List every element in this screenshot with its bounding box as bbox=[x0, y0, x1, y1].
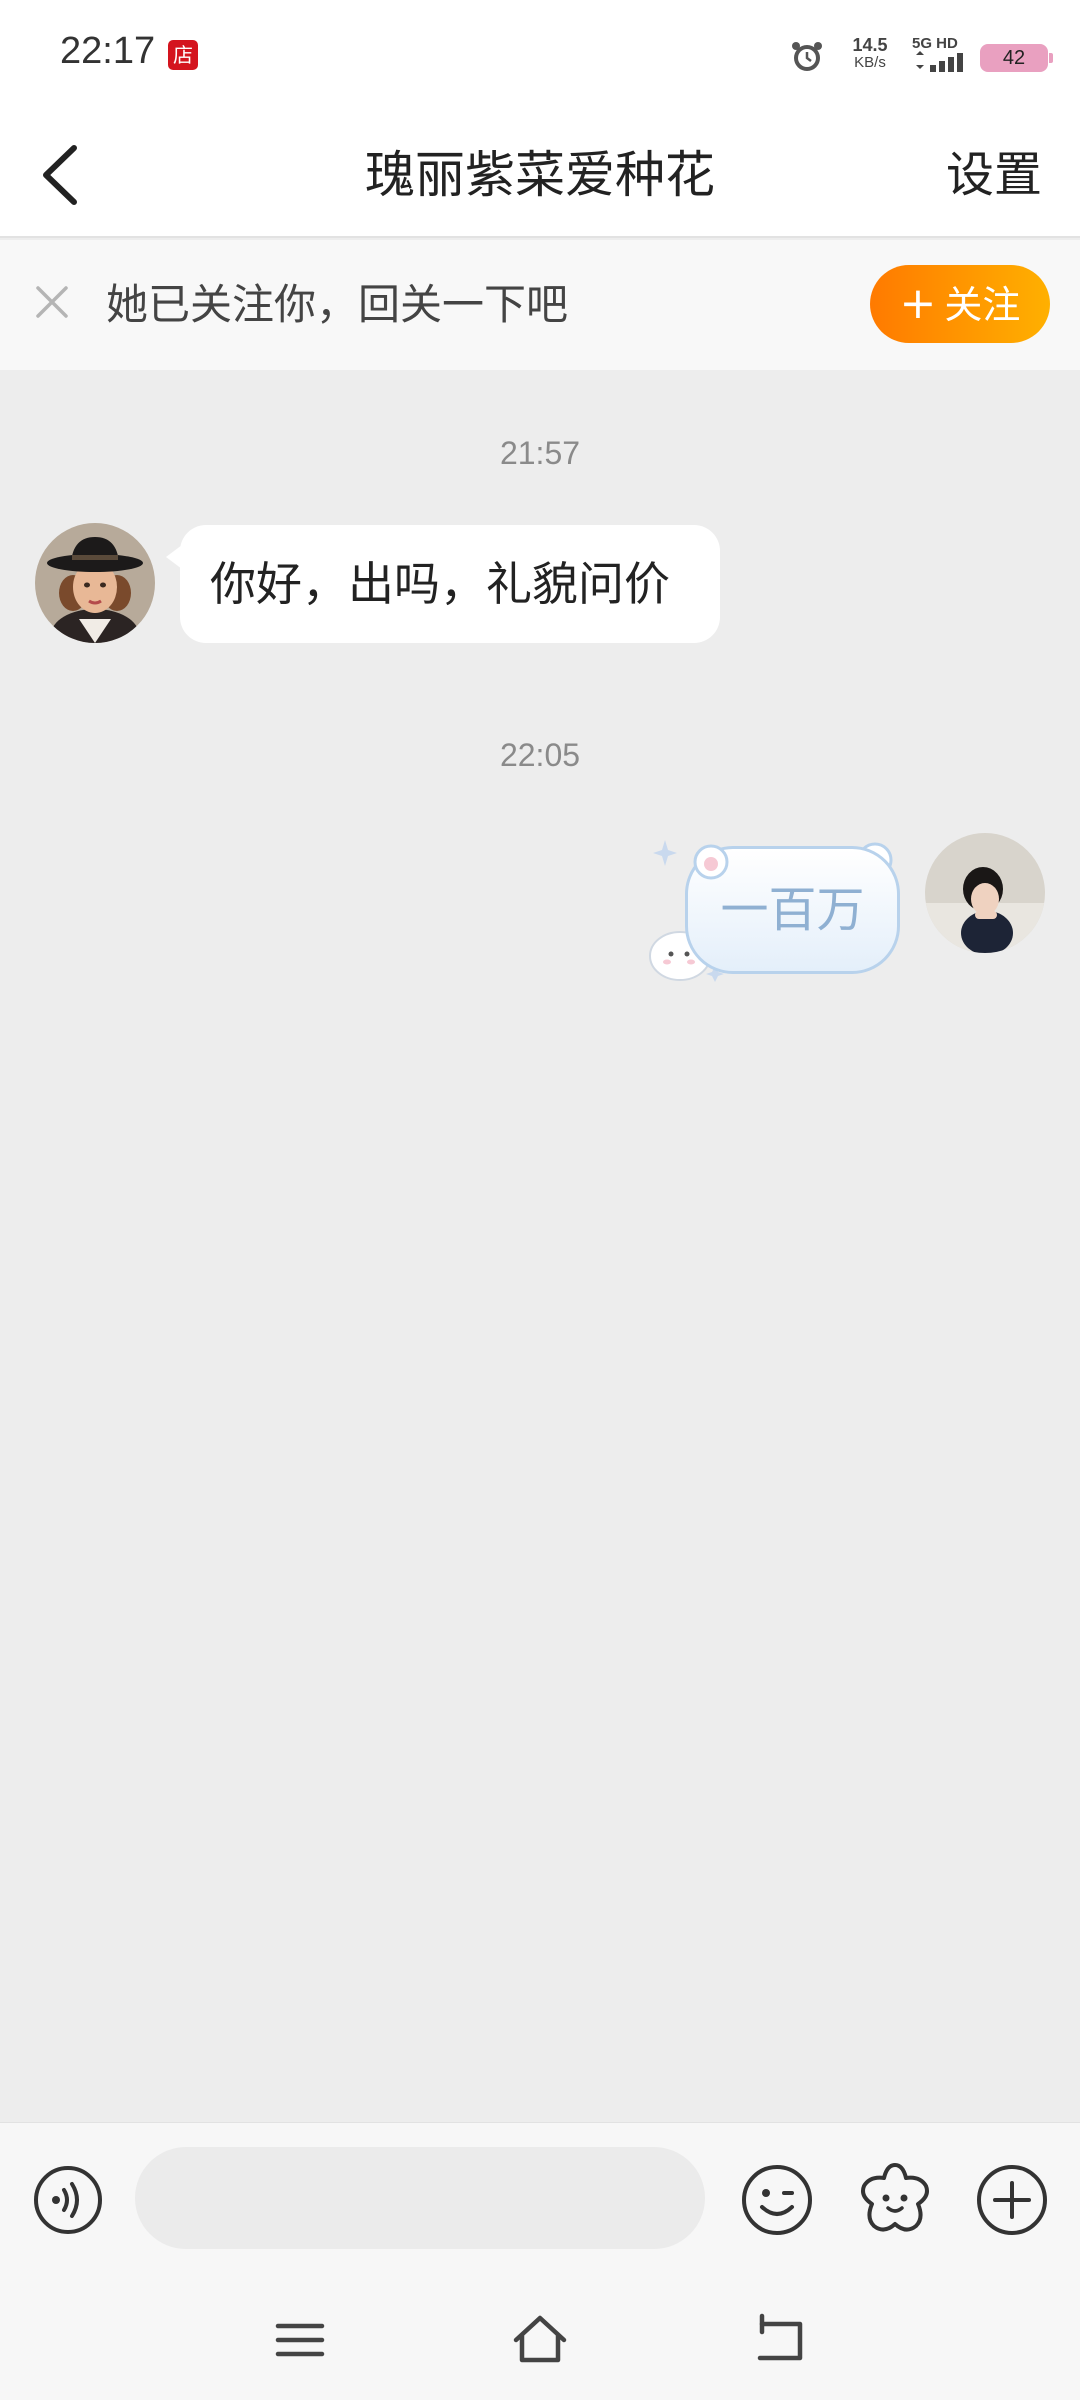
menu-icon[interactable] bbox=[270, 2310, 330, 2370]
follow-button[interactable]: + 关注 bbox=[870, 265, 1050, 343]
status-time: 22:17 bbox=[60, 30, 156, 72]
page-title: 瑰丽紫菜爱种花 bbox=[365, 146, 715, 204]
message-timestamp: 21:57 bbox=[499, 435, 581, 471]
net-speed-value: 14.5 bbox=[852, 35, 888, 55]
follow-banner-text: 她已关注你，回关一下吧 bbox=[106, 280, 569, 329]
sparkle-icon bbox=[653, 840, 677, 866]
follow-button-label: 关注 bbox=[944, 283, 1021, 327]
plus-icon[interactable] bbox=[975, 2163, 1049, 2237]
signal-icon: 5G HD bbox=[912, 36, 966, 76]
status-bar: 22:17 店 14.5 KB/s 5G HD 42 bbox=[0, 0, 1080, 110]
emoji-icon[interactable] bbox=[740, 2163, 814, 2237]
net-speed-unit: KB/s bbox=[854, 54, 886, 71]
message-input[interactable] bbox=[135, 2147, 705, 2249]
alarm-icon bbox=[792, 42, 822, 71]
message-timestamp: 22:05 bbox=[499, 737, 581, 773]
contact-avatar[interactable] bbox=[35, 523, 155, 643]
outgoing-message: 一百万 bbox=[645, 838, 905, 988]
close-icon[interactable] bbox=[32, 282, 72, 322]
plus-icon: + bbox=[899, 278, 937, 329]
nav-header: 瑰丽紫菜爱种花 设置 bbox=[0, 110, 1080, 238]
incoming-message-bubble[interactable]: 你好，出吗，礼貌问价 bbox=[166, 525, 720, 643]
net-speed: 14.5 KB/s bbox=[842, 36, 898, 72]
home-icon[interactable] bbox=[510, 2310, 570, 2370]
battery-icon: 42 bbox=[980, 44, 1053, 72]
sticker-icon[interactable] bbox=[856, 2160, 934, 2238]
my-avatar[interactable] bbox=[925, 833, 1045, 953]
back-icon[interactable] bbox=[750, 2310, 810, 2370]
store-badge: 店 bbox=[168, 40, 198, 70]
voice-icon[interactable] bbox=[32, 2164, 104, 2236]
settings-button[interactable]: 设置 bbox=[946, 140, 1042, 210]
network-label: 5G HD bbox=[912, 35, 958, 52]
